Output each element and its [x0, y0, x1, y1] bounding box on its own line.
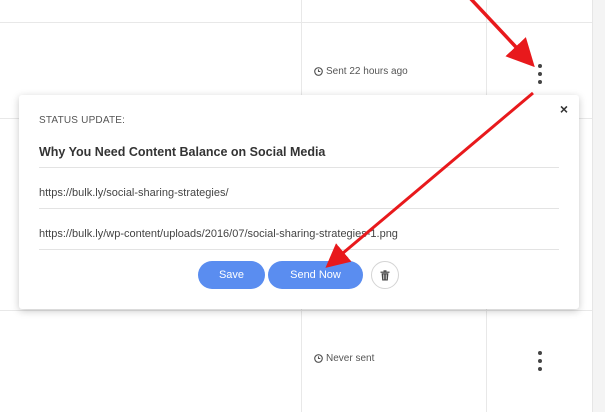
status-text: Never sent: [326, 353, 375, 364]
image-url-field[interactable]: https://bulk.ly/wp-content/uploads/2016/…: [39, 228, 559, 250]
post-title-field[interactable]: Why You Need Content Balance on Social M…: [39, 145, 559, 168]
more-options-icon[interactable]: [535, 64, 545, 84]
delete-button[interactable]: [371, 261, 399, 289]
clock-icon: [314, 354, 323, 363]
status-cell: Sent 22 hours ago: [314, 66, 408, 77]
status-cell: Never sent: [314, 353, 374, 364]
clock-icon: [314, 67, 323, 76]
send-now-button[interactable]: Send Now: [268, 261, 363, 289]
screenshot-stage: Sent 22 hours ago Never sent × STATUS UP…: [0, 0, 605, 412]
save-button[interactable]: Save: [198, 261, 265, 289]
trash-icon: [380, 269, 390, 280]
row-divider: [0, 310, 605, 311]
link-url-field[interactable]: https://bulk.ly/social-sharing-strategie…: [39, 187, 559, 209]
status-update-popup: × STATUS UPDATE: Why You Need Content Ba…: [19, 95, 579, 309]
scrollbar-track[interactable]: [592, 0, 605, 412]
more-options-icon[interactable]: [535, 351, 545, 371]
close-icon[interactable]: ×: [560, 102, 568, 116]
status-text: Sent 22 hours ago: [326, 66, 408, 77]
popup-label: STATUS UPDATE:: [39, 115, 126, 126]
row-divider: [0, 22, 605, 23]
